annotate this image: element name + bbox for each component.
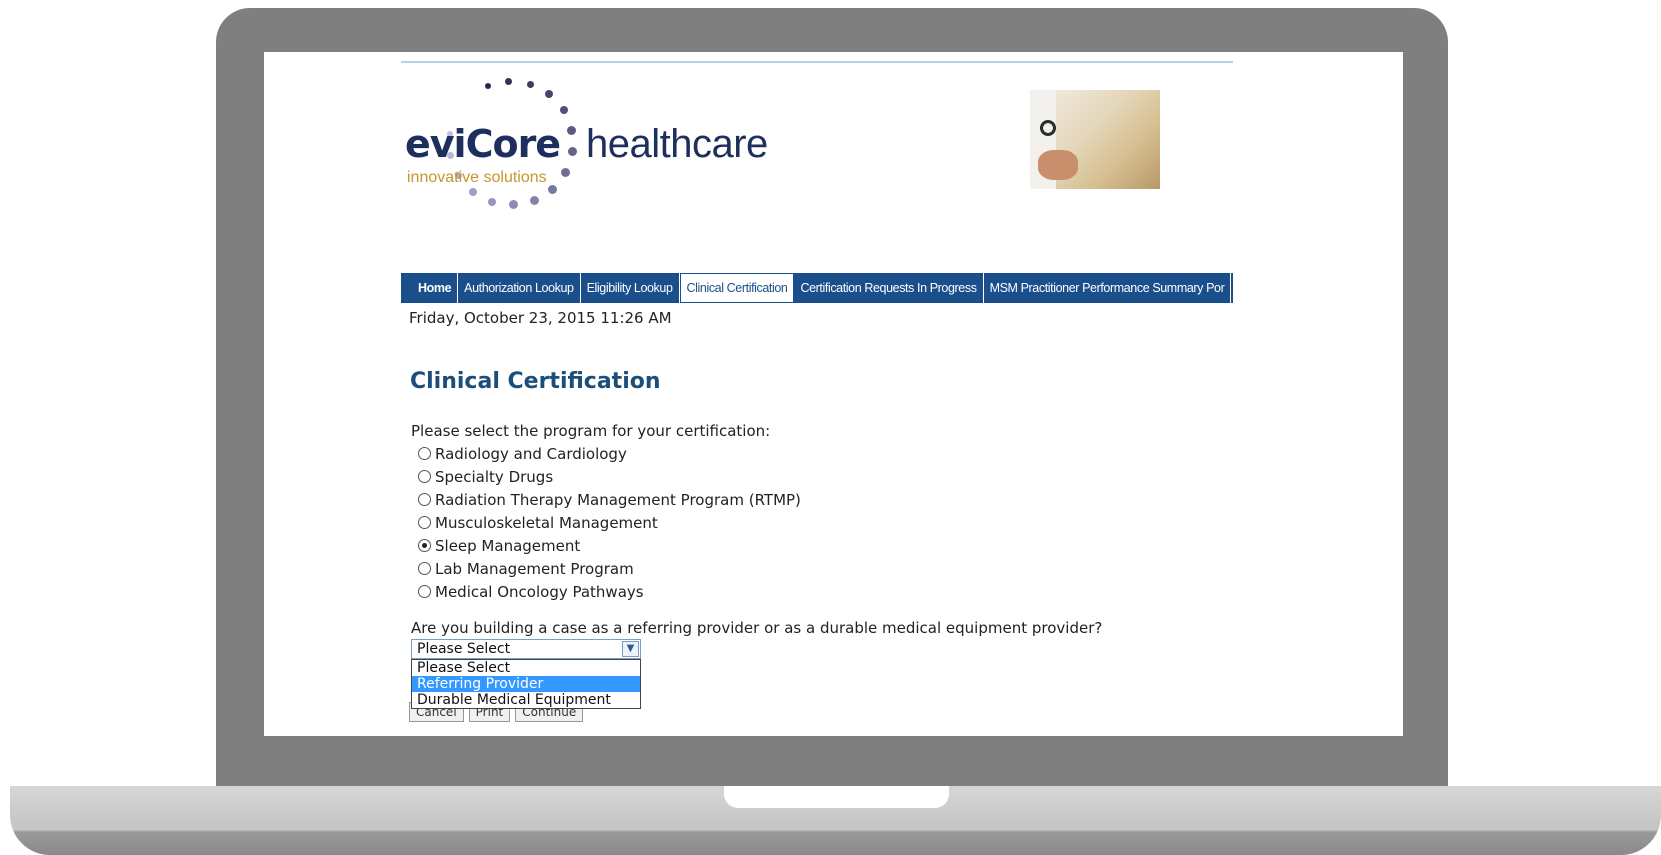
program-label: Lab Management Program — [435, 559, 634, 578]
header-rule — [401, 61, 1233, 63]
logo-dot — [567, 147, 577, 157]
radio-button[interactable] — [418, 516, 431, 529]
program-label: Musculoskeletal Management — [435, 513, 658, 532]
program-label: Specialty Drugs — [435, 467, 554, 486]
logo-dot — [508, 200, 518, 210]
radio-button-selected[interactable] — [418, 539, 431, 552]
program-radio-group: Radiology and Cardiology Specialty Drugs… — [418, 442, 801, 603]
logo-dot — [529, 195, 539, 205]
evicore-logo[interactable]: eviCore innovative solutions healthcare — [401, 66, 768, 216]
logo-dot — [561, 167, 571, 177]
provider-question: Are you building a case as a referring p… — [411, 619, 1103, 637]
program-label: Medical Oncology Pathways — [435, 582, 644, 601]
logo-dot — [487, 197, 496, 206]
nav-item-clinical-certification[interactable]: Clinical Certification — [679, 273, 795, 303]
nav-item-eligibility-lookup[interactable]: Eligibility Lookup — [581, 273, 680, 303]
program-label: Sleep Management — [435, 536, 581, 555]
radio-button[interactable] — [418, 562, 431, 575]
logo-dot — [547, 184, 557, 194]
doctor-with-folder-photo — [1030, 90, 1160, 189]
select-value: Please Select — [417, 641, 511, 657]
radio-button[interactable] — [418, 493, 431, 506]
logo-brand: eviCore — [405, 122, 561, 166]
program-option[interactable]: Musculoskeletal Management — [418, 511, 801, 534]
provider-type-dropdown: Please Select Referring Provider Durable… — [411, 659, 641, 709]
browser-screen: eviCore innovative solutions healthcare … — [264, 52, 1403, 736]
main-nav: Home Authorization Lookup Eligibility Lo… — [401, 273, 1233, 303]
datestamp: Friday, October 23, 2015 11:26 AM — [409, 309, 672, 327]
dropdown-option-referring-provider[interactable]: Referring Provider — [412, 676, 640, 692]
logo-dot — [567, 125, 577, 135]
logo-dot — [545, 90, 554, 99]
program-option[interactable]: Sleep Management — [418, 534, 801, 557]
nav-item-home[interactable]: Home — [401, 273, 459, 303]
radio-button[interactable] — [418, 447, 431, 460]
logo-dot — [484, 82, 491, 89]
stethoscope-icon — [1040, 120, 1056, 136]
nav-item-authorization-lookup[interactable]: Authorization Lookup — [458, 273, 581, 303]
photo-hand — [1038, 150, 1078, 180]
provider-type-select[interactable]: Please Select ▼ — [411, 639, 641, 659]
logo-dot — [505, 77, 513, 85]
logo-dot — [559, 106, 568, 115]
chevron-down-icon[interactable]: ▼ — [622, 641, 639, 657]
program-option[interactable]: Radiology and Cardiology — [418, 442, 801, 465]
radio-button[interactable] — [418, 470, 431, 483]
program-label: Radiation Therapy Management Program (RT… — [435, 490, 801, 509]
program-prompt: Please select the program for your certi… — [411, 422, 771, 440]
nav-item-msm-performance[interactable]: MSM Practitioner Performance Summary Por — [984, 273, 1232, 303]
program-label: Radiology and Cardiology — [435, 444, 627, 463]
logo-dot — [468, 187, 477, 196]
nav-item-certification-requests[interactable]: Certification Requests In Progress — [794, 273, 984, 303]
laptop-notch — [724, 786, 949, 808]
logo-wordmark: healthcare — [586, 122, 768, 166]
dropdown-option-durable-medical-equipment[interactable]: Durable Medical Equipment — [412, 692, 640, 708]
page-title: Clinical Certification — [410, 369, 661, 394]
program-option[interactable]: Specialty Drugs — [418, 465, 801, 488]
dropdown-option-please-select[interactable]: Please Select — [412, 660, 640, 676]
program-option[interactable]: Radiation Therapy Management Program (RT… — [418, 488, 801, 511]
radio-button[interactable] — [418, 585, 431, 598]
program-option[interactable]: Medical Oncology Pathways — [418, 580, 801, 603]
program-option[interactable]: Lab Management Program — [418, 557, 801, 580]
logo-dot — [526, 80, 534, 88]
logo-tagline: innovative solutions — [407, 169, 547, 186]
